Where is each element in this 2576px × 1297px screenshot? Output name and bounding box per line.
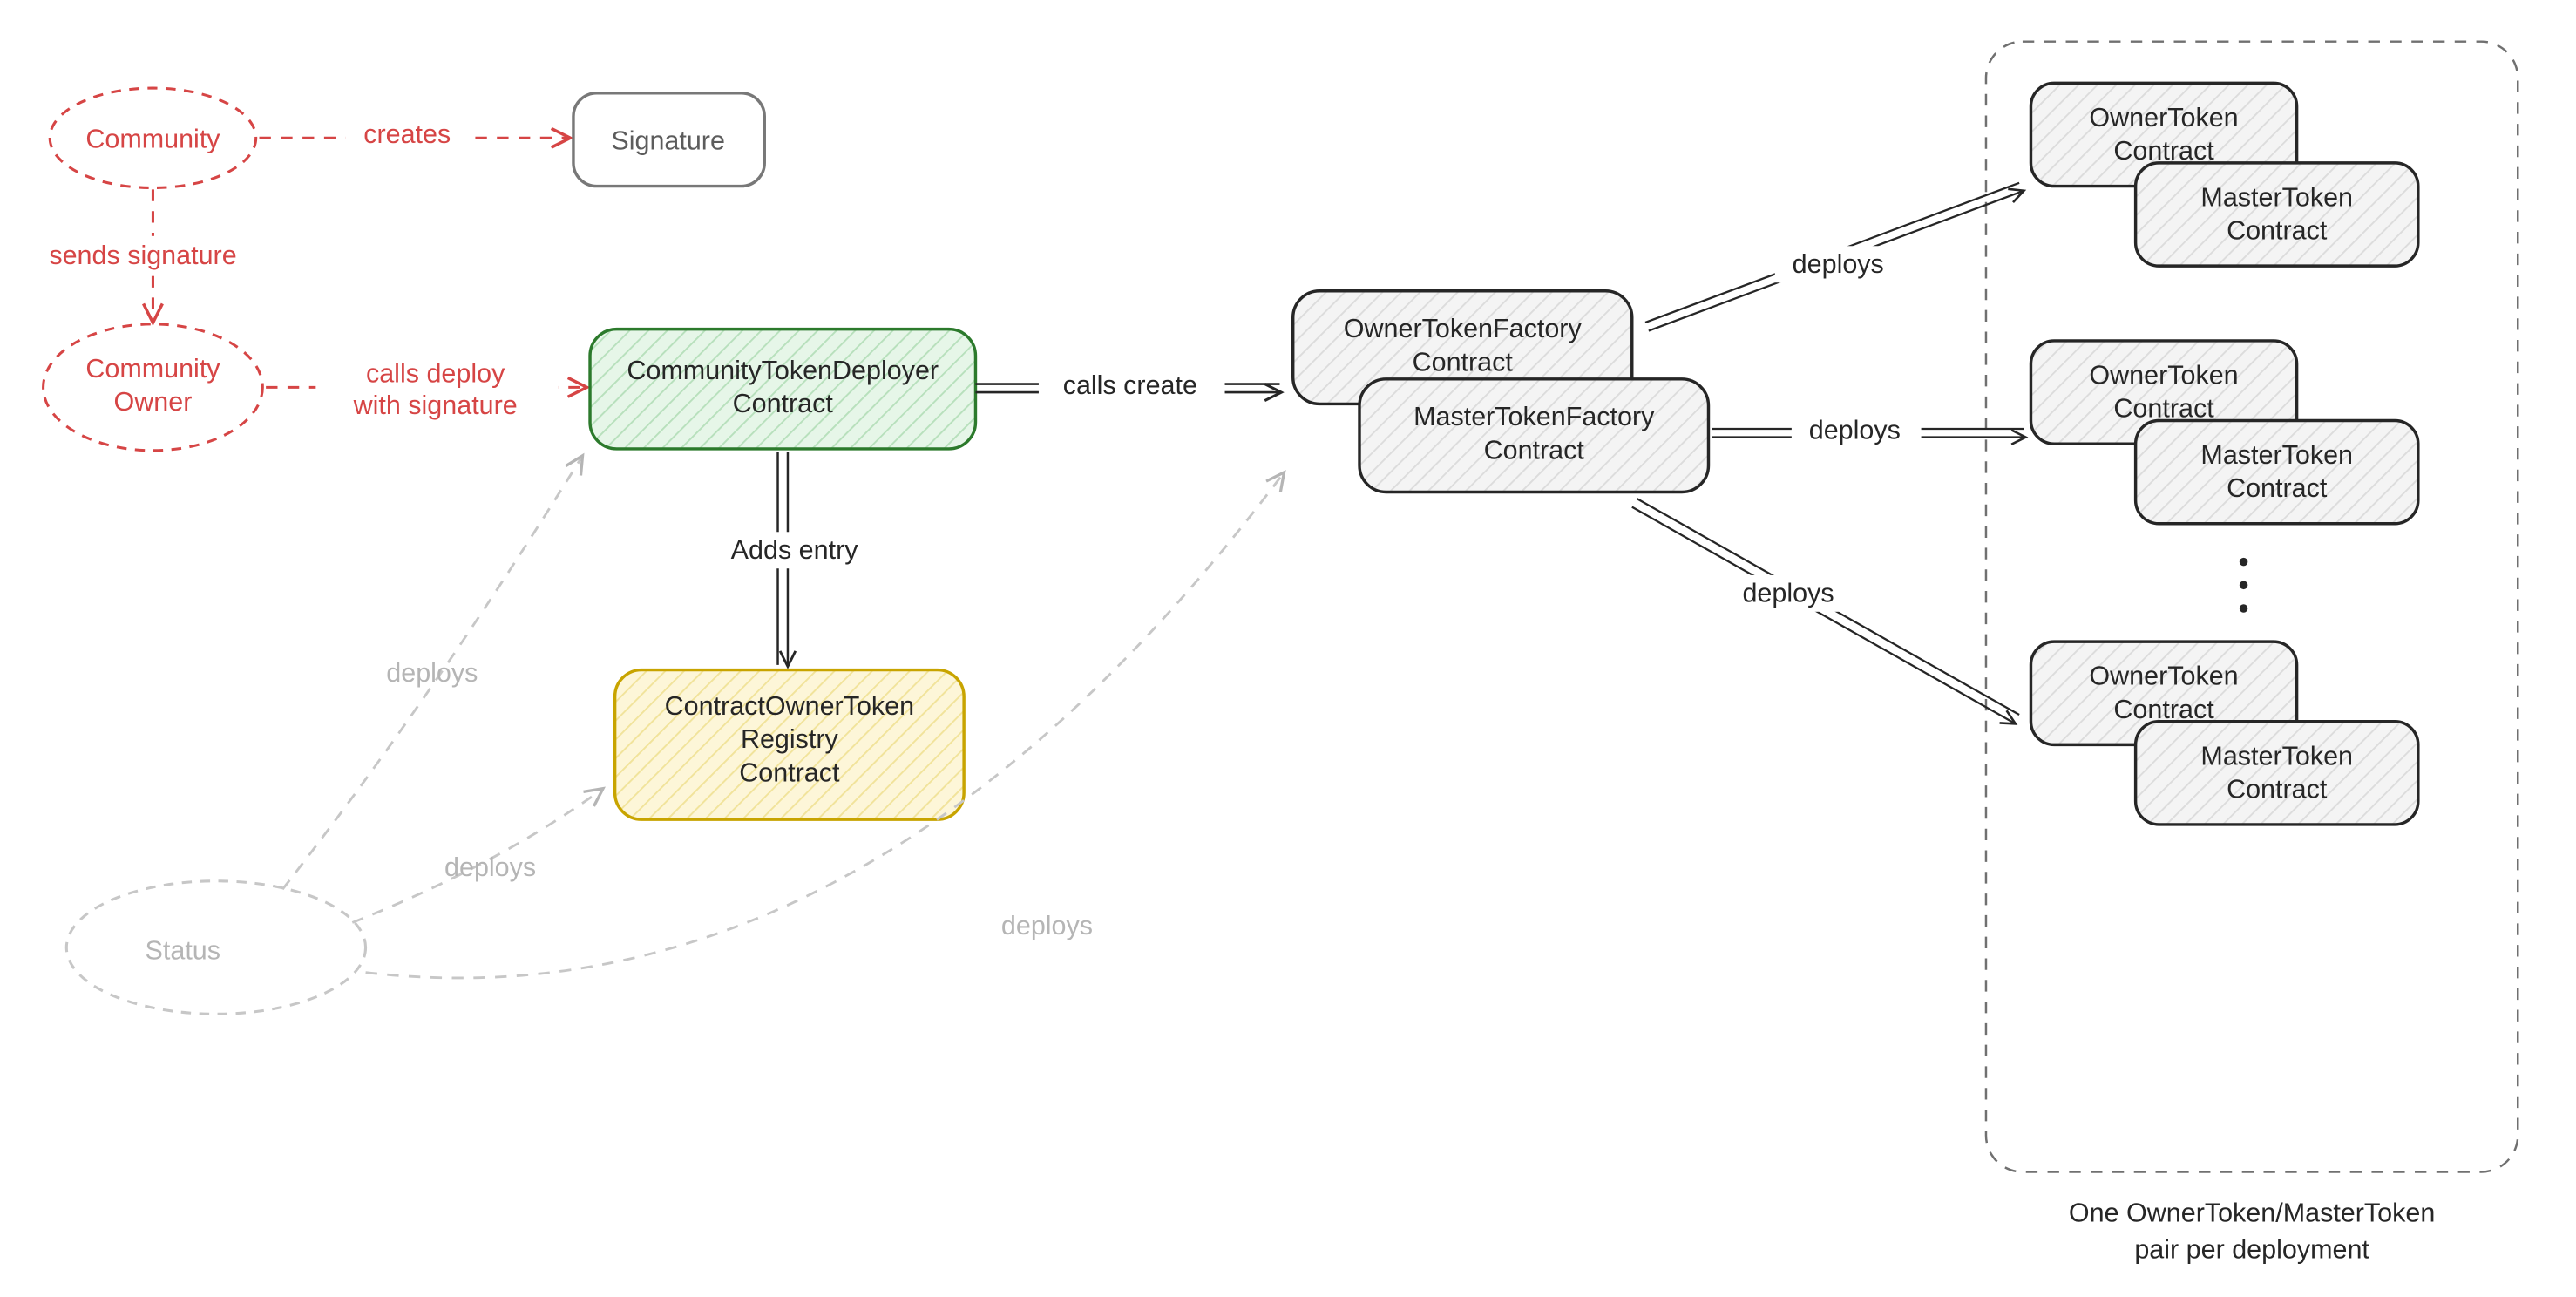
calls-deploy-line2: with signature — [353, 390, 518, 420]
owner-factory-line2: Contract — [1413, 347, 1514, 377]
master-factory-line2: Contract — [1484, 435, 1585, 465]
svg-text:deploys: deploys — [386, 658, 478, 688]
svg-text:deploys: deploys — [1001, 911, 1093, 940]
owner-factory-line1: OwnerTokenFactory — [1344, 314, 1583, 343]
registry-line3: Contract — [739, 757, 840, 787]
signature-label: Signature — [611, 126, 725, 156]
svg-text:Contract: Contract — [2227, 774, 2328, 804]
master-factory-line1: MasterTokenFactory — [1413, 402, 1655, 431]
edge-calls-create: calls create — [975, 367, 1279, 404]
edge-creates: creates — [260, 116, 569, 153]
calls-deploy-line1: calls deploy — [366, 359, 505, 389]
svg-text:MasterToken: MasterToken — [2200, 741, 2353, 771]
community-node: Community — [50, 88, 255, 187]
vertical-ellipsis — [2240, 558, 2248, 613]
edge-status-to-registry: deploys — [352, 790, 601, 923]
svg-text:MasterToken: MasterToken — [2200, 182, 2353, 212]
token-pair-2: OwnerToken Contract MasterToken Contract — [2030, 341, 2417, 524]
group-caption-line1: One OwnerToken/MasterToken — [2069, 1199, 2435, 1228]
deployer-line2: Contract — [733, 389, 834, 418]
svg-text:OwnerToken: OwnerToken — [2089, 662, 2238, 691]
svg-text:OwnerToken: OwnerToken — [2089, 361, 2238, 390]
svg-text:deploys: deploys — [1793, 249, 1884, 279]
community-owner-node: Community Owner — [44, 324, 263, 451]
sends-signature-label: sends signature — [49, 241, 236, 270]
calls-create-label: calls create — [1063, 370, 1197, 400]
svg-text:Contract: Contract — [2113, 394, 2214, 424]
svg-text:Contract: Contract — [2227, 216, 2328, 246]
creates-label: creates — [363, 119, 451, 149]
svg-text:MasterToken: MasterToken — [2200, 440, 2353, 470]
community-label: Community — [85, 125, 220, 154]
edge-status-to-deployer: deploys — [282, 457, 581, 889]
registry-node: ContractOwnerToken Registry Contract — [615, 670, 964, 820]
master-token-factory-node: MasterTokenFactory Contract — [1359, 379, 1708, 492]
edge-adds-entry: Adds entry — [711, 452, 878, 665]
status-node: Status — [66, 881, 365, 1015]
svg-text:Contract: Contract — [2227, 473, 2328, 503]
status-label: Status — [146, 935, 220, 965]
edge-calls-deploy: calls deploy with signature — [266, 359, 585, 426]
svg-text:OwnerToken: OwnerToken — [2089, 103, 2238, 132]
diagram-canvas: Community creates Signature sends signat… — [0, 0, 2576, 1297]
edge-deploys-3: deploys — [1632, 499, 2019, 723]
group-caption-line2: pair per deployment — [2134, 1235, 2369, 1265]
master-token-2: MasterToken Contract — [2136, 420, 2418, 523]
edge-deploys-1: deploys — [1645, 183, 2023, 331]
token-pair-3: OwnerToken Contract MasterToken Contract — [2030, 642, 2417, 825]
registry-line2: Registry — [741, 724, 839, 754]
svg-text:Contract: Contract — [2113, 136, 2214, 166]
community-owner-line1: Community — [85, 354, 220, 384]
deployer-line1: CommunityTokenDeployer — [627, 356, 939, 385]
community-owner-line2: Owner — [114, 387, 193, 417]
svg-text:deploys: deploys — [1742, 578, 1834, 608]
master-token-3: MasterToken Contract — [2136, 722, 2418, 825]
svg-text:deploys: deploys — [444, 852, 536, 882]
adds-entry-label: Adds entry — [731, 535, 859, 565]
master-token-1: MasterToken Contract — [2136, 163, 2418, 266]
signature-node: Signature — [573, 93, 764, 187]
deployer-node: CommunityTokenDeployer Contract — [590, 329, 975, 449]
svg-text:deploys: deploys — [1809, 415, 1901, 445]
registry-line1: ContractOwnerToken — [665, 691, 914, 721]
token-pair-1: OwnerToken Contract MasterToken Contract — [2030, 83, 2417, 266]
svg-text:Contract: Contract — [2113, 695, 2214, 724]
edge-deploys-2: deploys — [1712, 412, 2024, 449]
edge-sends-signature: sends signature — [20, 189, 266, 321]
